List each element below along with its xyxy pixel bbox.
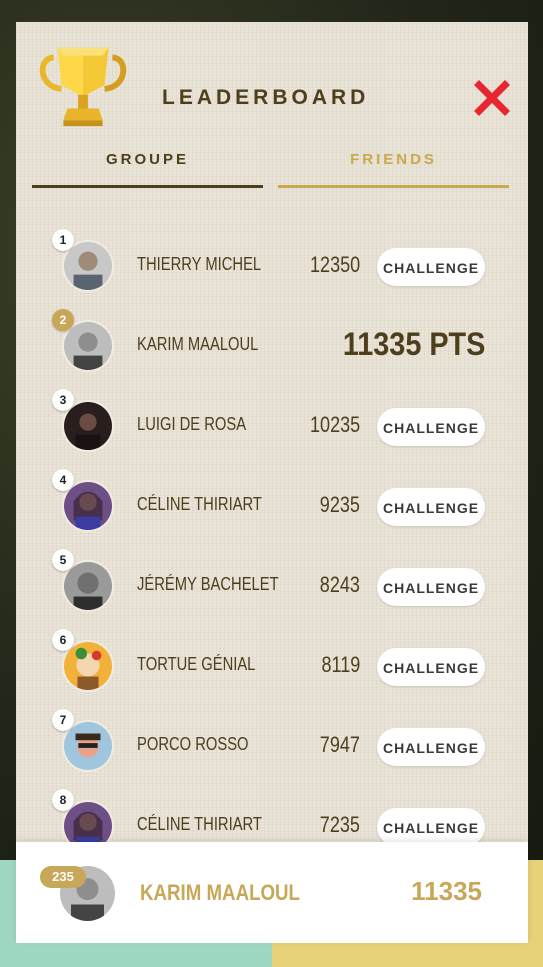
- player-name: LUIGI DE ROSA: [137, 414, 247, 434]
- player-score: 10235: [309, 412, 360, 437]
- tab-friends-underline: [278, 185, 509, 188]
- player-score: 11335: [411, 876, 482, 906]
- page-title: LEADERBOARD: [162, 86, 370, 109]
- tab-groupe-label: GROUPE: [105, 151, 189, 168]
- close-button[interactable]: [474, 80, 510, 116]
- current-user-bar: 235 KARIM MAALOUL 11335: [16, 842, 528, 943]
- challenge-button[interactable]: CHALLENGE: [377, 568, 485, 606]
- trophy-icon: [34, 36, 132, 134]
- leaderboard-row: 4 CÉLINE THIRIART 9235 CHALLENGE: [0, 464, 543, 544]
- player-score: 12350: [309, 252, 360, 277]
- player-name: JÉRÉMY BACHELET: [137, 574, 279, 594]
- leaderboard-row: 5 JÉRÉMY BACHELET 8243 CHALLENGE: [0, 544, 543, 624]
- leaderboard-row: 7 PORCO ROSSO 7947 CHALLENGE: [0, 704, 543, 784]
- player-name: PORCO ROSSO: [137, 734, 249, 754]
- player-name: CÉLINE THIRIART: [137, 814, 262, 834]
- leaderboard-row-current-user: 2 KARIM MAALOUL 11335 PTS: [0, 304, 543, 384]
- player-name: TORTUE GÉNIAL: [137, 654, 256, 674]
- rank-badge: 5: [52, 549, 74, 571]
- challenge-button[interactable]: CHALLENGE: [377, 248, 485, 286]
- player-score: 9235: [319, 492, 360, 517]
- tab-friends-label: FRIENDS: [350, 151, 437, 168]
- player-name: THIERRY MICHEL: [137, 254, 262, 274]
- player-score: 8243: [319, 572, 360, 597]
- challenge-button[interactable]: CHALLENGE: [377, 408, 485, 446]
- tab-friends[interactable]: FRIENDS: [278, 148, 509, 188]
- rank-badge: 1: [52, 229, 74, 251]
- leaderboard-row: 6 TORTUE GÉNIAL 8119 CHALLENGE: [0, 624, 543, 704]
- rank-badge: 235: [40, 866, 86, 888]
- challenge-button[interactable]: CHALLENGE: [377, 648, 485, 686]
- player-score: 7235: [319, 812, 360, 837]
- challenge-button[interactable]: CHALLENGE: [377, 808, 485, 846]
- player-name: CÉLINE THIRIART: [137, 494, 262, 514]
- close-icon[interactable]: [474, 80, 510, 116]
- rank-badge: 8: [52, 789, 74, 811]
- player-score: 8119: [321, 652, 360, 677]
- challenge-button[interactable]: CHALLENGE: [377, 488, 485, 526]
- rank-badge: 3: [52, 389, 74, 411]
- rank-badge: 7: [52, 709, 74, 731]
- leaderboard-row: 3 LUIGI DE ROSA 10235 CHALLENGE: [0, 384, 543, 464]
- player-score: 7947: [319, 732, 360, 757]
- rank-badge: 2: [52, 309, 74, 331]
- player-name: KARIM MAALOUL: [140, 880, 300, 905]
- rank-badge: 6: [52, 629, 74, 651]
- player-name: KARIM MAALOUL: [137, 334, 259, 354]
- rank-badge: 4: [52, 469, 74, 491]
- player-score: 11335 PTS: [342, 326, 485, 362]
- challenge-button[interactable]: CHALLENGE: [377, 728, 485, 766]
- leaderboard-row: 1 THIERRY MICHEL 12350 CHALLENGE: [0, 224, 543, 304]
- tab-groupe-underline: [32, 185, 263, 188]
- tab-groupe[interactable]: GROUPE: [32, 148, 263, 188]
